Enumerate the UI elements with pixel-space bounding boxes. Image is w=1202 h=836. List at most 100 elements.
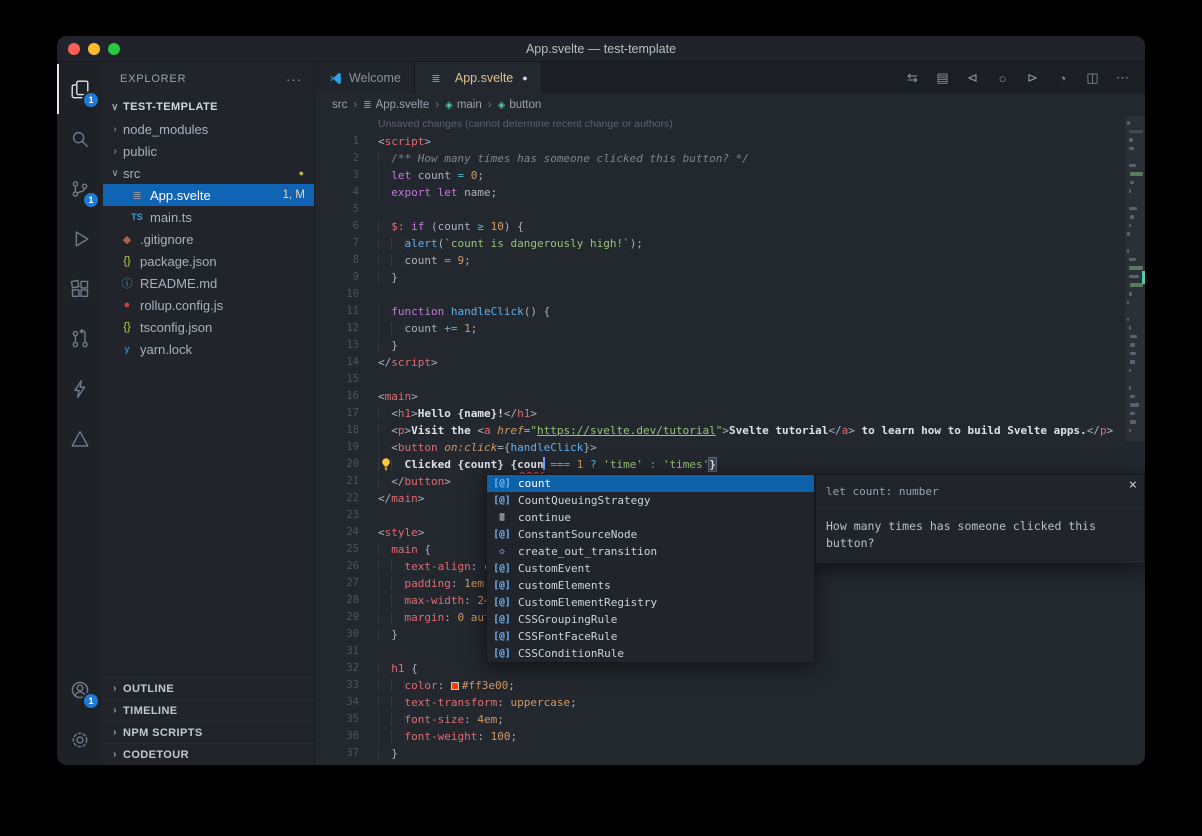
more-actions-icon[interactable]: ··· (286, 72, 302, 87)
activity-manage[interactable] (57, 715, 103, 765)
line-number[interactable]: 18 (315, 422, 359, 439)
tree-item-yarn.lock[interactable]: yyarn.lock (103, 338, 314, 360)
tab-welcome[interactable]: Welcome (315, 62, 415, 94)
line-number[interactable]: 21 (315, 473, 359, 490)
activity-search[interactable] (57, 114, 103, 164)
section-codetour[interactable]: ›CODETOUR (103, 743, 314, 765)
lightbulb-icon[interactable] (379, 457, 393, 471)
zoom-button[interactable] (108, 43, 120, 55)
line-number[interactable]: 15 (315, 371, 359, 388)
line-number[interactable]: 2 (315, 150, 359, 167)
suggestion-CustomEvent[interactable]: [@]CustomEvent (487, 560, 814, 577)
activity-accounts[interactable]: 1 (57, 665, 103, 715)
tree-item-readme.md[interactable]: ⓘREADME.md (103, 272, 314, 294)
code-line-15[interactable]: 15 (315, 371, 1145, 388)
close-icon[interactable]: × (1129, 477, 1137, 494)
code-line-17[interactable]: 17 <h1>Hello {name}!</h1> (315, 405, 1145, 422)
code-line-11[interactable]: 11 function handleClick() { (315, 303, 1145, 320)
line-number[interactable]: 13 (315, 337, 359, 354)
previous-change-icon[interactable]: ⊲ (959, 65, 986, 91)
annotate-icon[interactable]: ○ (989, 65, 1016, 91)
next-change-icon[interactable]: ⊳ (1019, 65, 1046, 91)
line-number[interactable]: 30 (315, 626, 359, 643)
activity-run-and-debug[interactable] (57, 214, 103, 264)
code-line-37[interactable]: 37 } (315, 745, 1145, 762)
activity-explorer[interactable]: 1 (57, 64, 103, 114)
suggestion-customElements[interactable]: [@]customElements (487, 577, 814, 594)
suggestion-CSSFontFaceRule[interactable]: [@]CSSFontFaceRule (487, 628, 814, 645)
line-number[interactable]: 4 (315, 184, 359, 201)
tree-item-rollup.config.js[interactable]: ●rollup.config.js (103, 294, 314, 316)
suggestion-CountQueuingStrategy[interactable]: [@]CountQueuingStrategy (487, 492, 814, 509)
line-number[interactable]: 26 (315, 558, 359, 575)
line-number[interactable]: 24 (315, 524, 359, 541)
line-number[interactable]: 28 (315, 592, 359, 609)
line-number[interactable]: 36 (315, 728, 359, 745)
code-line-20[interactable]: 20 Clicked {count} {coun === 1 ? 'time' … (315, 456, 1145, 473)
code-line-14[interactable]: 14</script> (315, 354, 1145, 371)
line-number[interactable]: 10 (315, 286, 359, 303)
line-number[interactable]: 32 (315, 660, 359, 677)
activity-azure[interactable] (57, 414, 103, 464)
line-number[interactable]: 31 (315, 643, 359, 660)
line-number[interactable]: 7 (315, 235, 359, 252)
code-line-35[interactable]: 35 font-size: 4em; (315, 711, 1145, 728)
section-npm-scripts[interactable]: ›NPM SCRIPTS (103, 721, 314, 743)
line-number[interactable]: 25 (315, 541, 359, 558)
breadcrumb-main[interactable]: ◈main (445, 99, 482, 111)
line-number[interactable]: 16 (315, 388, 359, 405)
code-line-1[interactable]: 1<script> (315, 133, 1145, 150)
tree-item-app.svelte[interactable]: ≣App.svelte1, M (103, 184, 314, 206)
line-number[interactable]: 35 (315, 711, 359, 728)
section-timeline[interactable]: ›TIMELINE (103, 699, 314, 721)
code-editor[interactable]: Unsaved changes (cannot determine recent… (315, 116, 1145, 765)
code-line-5[interactable]: 5 (315, 201, 1145, 218)
tree-item-package.json[interactable]: {}package.json (103, 250, 314, 272)
code-line-6[interactable]: 6 $: if (count ≥ 10) { (315, 218, 1145, 235)
tree-item-.gitignore[interactable]: ◆.gitignore (103, 228, 314, 250)
line-number[interactable]: 8 (315, 252, 359, 269)
line-number[interactable]: 17 (315, 405, 359, 422)
suggestion-ConstantSourceNode[interactable]: [@]ConstantSourceNode (487, 526, 814, 543)
code-line-3[interactable]: 3 let count = 0; (315, 167, 1145, 184)
suggestion-CSSGroupingRule[interactable]: [@]CSSGroupingRule (487, 611, 814, 628)
code-line-2[interactable]: 2 /** How many times has someone clicked… (315, 150, 1145, 167)
line-number[interactable]: 29 (315, 609, 359, 626)
code-line-34[interactable]: 34 text-transform: uppercase; (315, 694, 1145, 711)
line-number[interactable]: 9 (315, 269, 359, 286)
line-number[interactable]: 34 (315, 694, 359, 711)
tree-item-src[interactable]: ∨src● (103, 162, 314, 184)
code-line-33[interactable]: 33 color: #ff3e00; (315, 677, 1145, 694)
dirty-dot[interactable]: ● (522, 73, 527, 83)
code-line-7[interactable]: 7 alert(`count is dangerously high!`); (315, 235, 1145, 252)
line-number[interactable]: 11 (315, 303, 359, 320)
minimize-button[interactable] (88, 43, 100, 55)
tree-item-node_modules[interactable]: ›node_modules (103, 118, 314, 140)
tree-item-public[interactable]: ›public (103, 140, 314, 162)
tree-item-tsconfig.json[interactable]: {}tsconfig.json (103, 316, 314, 338)
suggestion-create_out_transition[interactable]: ◇create_out_transition (487, 543, 814, 560)
breadcrumb-button[interactable]: ◈button (498, 99, 542, 111)
line-number[interactable]: 14 (315, 354, 359, 371)
activity-source-control[interactable]: 1 (57, 164, 103, 214)
line-number[interactable]: 37 (315, 745, 359, 762)
suggestion-count[interactable]: [@]count (487, 475, 814, 492)
line-number[interactable]: 22 (315, 490, 359, 507)
line-number[interactable]: 19 (315, 439, 359, 456)
code-line-19[interactable]: 19 <button on:click={handleClick}> (315, 439, 1145, 456)
open-changes-icon[interactable]: ⇆ (899, 65, 926, 91)
line-number[interactable]: 27 (315, 575, 359, 592)
line-number[interactable]: 20 (315, 456, 359, 473)
code-line-4[interactable]: 4 export let name; (315, 184, 1145, 201)
split-editor-icon[interactable]: ◫ (1079, 65, 1106, 91)
activity-extensions[interactable] (57, 264, 103, 314)
project-root-row[interactable]: ∨ TEST-TEMPLATE (103, 96, 314, 118)
suggestion-continue[interactable]: ≣continue (487, 509, 814, 526)
code-line-12[interactable]: 12 count += 1; (315, 320, 1145, 337)
code-line-8[interactable]: 8 count = 9; (315, 252, 1145, 269)
line-number[interactable]: 6 (315, 218, 359, 235)
line-number[interactable]: 33 (315, 677, 359, 694)
tree-item-main.ts[interactable]: TSmain.ts (103, 206, 314, 228)
close-button[interactable] (68, 43, 80, 55)
more-actions-icon[interactable]: ⋯ (1109, 65, 1136, 91)
